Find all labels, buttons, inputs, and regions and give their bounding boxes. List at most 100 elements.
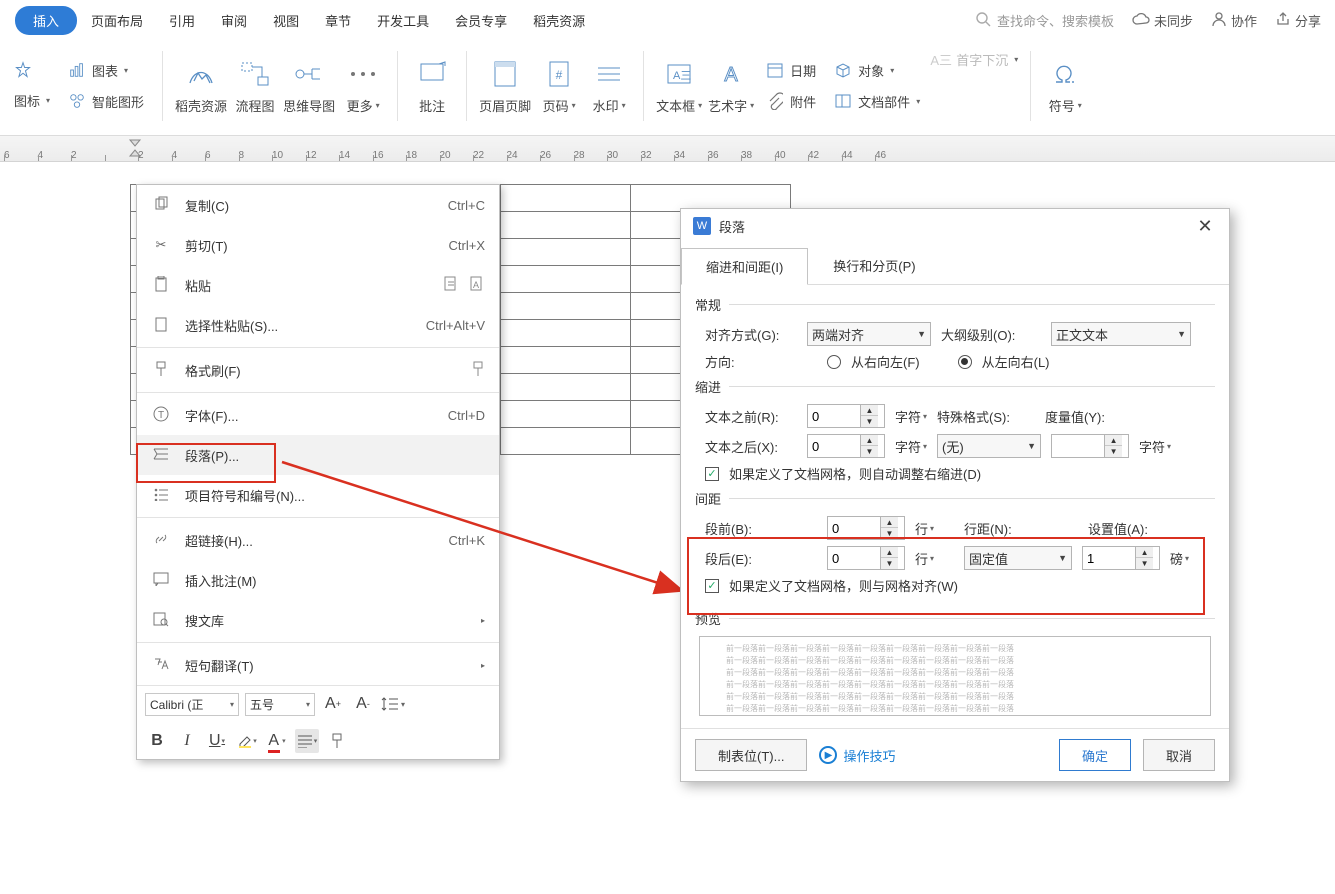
linespacing-button[interactable]: ▾ [381,692,405,716]
after-text-spin[interactable]: ▲▼ [807,434,885,458]
ctx-copy[interactable]: 复制(C)Ctrl+C [137,185,499,225]
tab-insert[interactable]: 插入 [15,6,77,35]
ctx-font[interactable]: T字体(F)...Ctrl+D [137,395,499,435]
cancel-button[interactable]: 取消 [1143,739,1215,771]
mini-font-select[interactable]: Calibri (正▾ [145,693,239,716]
measure-spin[interactable]: ▲▼ [1051,434,1129,458]
cloud-icon [1132,12,1150,29]
object-dropdown[interactable]: 对象▾ [834,61,920,80]
outline-combo[interactable]: 正文文本▼ [1051,322,1191,346]
pageno-dropdown[interactable]: #页码▾ [537,56,581,115]
ctx-bullets[interactable]: 项目符号和编号(N)... [137,475,499,515]
tab-docer[interactable]: 稻壳资源 [521,6,597,35]
ctx-paste-special[interactable]: 选择性粘贴(S)...Ctrl+Alt+V [137,305,499,345]
tab-view[interactable]: 视图 [261,6,311,35]
tab-indent-spacing[interactable]: 缩进和间距(I) [681,248,808,285]
watermark-icon [587,56,631,92]
grow-font-button[interactable]: A+ [321,692,345,716]
special-combo[interactable]: (无)▼ [937,434,1041,458]
ruler[interactable]: 6422468101214161820222426283032343638404… [0,136,1335,162]
ctx-format-painter[interactable]: 格式刷(F) [137,350,499,390]
tab-line-page-break[interactable]: 换行和分页(P) [808,247,940,284]
align-button[interactable]: ▾ [295,729,319,753]
tips-link[interactable]: ▶操作技巧 [819,746,895,765]
grid-align-check[interactable]: ✓ [705,579,719,593]
after-para-spin[interactable]: ▲▼ [827,546,905,570]
search-icon [975,11,991,30]
mindmap-button[interactable]: 思维导图 [283,56,335,115]
collab-button[interactable]: 协作 [1211,11,1257,30]
underline-button[interactable]: U▾ [205,729,229,753]
wordart-dropdown[interactable]: A艺术字▾ [708,56,754,115]
more-dropdown[interactable]: 更多▾ [341,56,385,115]
ctx-cut[interactable]: ✂剪切(T)Ctrl+X [137,225,499,265]
ltr-radio[interactable] [958,355,972,369]
sync-label: 未同步 [1154,11,1193,30]
ctx-search-lib[interactable]: 搜文库▸ [137,600,499,640]
fmt-painter-mini[interactable] [325,729,349,753]
tabstops-button[interactable]: 制表位(T)... [695,739,807,771]
tab-ref[interactable]: 引用 [157,6,207,35]
paste-opt2-icon[interactable]: A [469,275,485,296]
symbol-dropdown[interactable]: 符号▾ [1043,56,1087,115]
align-combo[interactable]: 两端对齐▼ [807,322,931,346]
tab-vip[interactable]: 会员专享 [443,6,519,35]
bold-button[interactable]: B [145,729,169,753]
comment-button[interactable]: 批注 [410,56,454,115]
header-footer-button[interactable]: 页眉页脚 [479,56,531,115]
scissors-icon: ✂ [151,237,171,253]
tab-review[interactable]: 审阅 [209,6,259,35]
shrink-font-button[interactable]: A- [351,692,375,716]
dropcap-button[interactable]: A三首字下沉▾ [932,36,1018,69]
icons-label[interactable]: 图标▾ [14,91,50,110]
ctx-paste[interactable]: 粘贴A [137,265,499,305]
attach-button[interactable]: 附件 [766,92,816,111]
para-icon [151,447,171,464]
date-button[interactable]: 日期 [766,61,816,80]
brush-pin-icon[interactable] [471,361,485,380]
tab-chapter[interactable]: 章节 [313,6,363,35]
paste-opt1-icon[interactable] [443,275,459,296]
searchlib-icon [151,611,171,630]
parts-dropdown[interactable]: 文档部件▾ [834,92,920,111]
before-text-spin[interactable]: ▲▼ [807,404,885,428]
sync-status[interactable]: 未同步 [1132,11,1193,30]
unit-char3[interactable]: 字符▾ [1139,437,1171,456]
search-command[interactable]: 查找命令、搜索模板 [975,11,1114,30]
docer-res-button[interactable]: 稻壳资源 [175,56,227,115]
textbox-dropdown[interactable]: A三文本框▾ [656,56,702,115]
unit-char1[interactable]: 字符▾ [895,407,927,426]
before-para-spin[interactable]: ▲▼ [827,516,905,540]
header-icon [483,56,527,92]
tab-layout[interactable]: 页面布局 [79,6,155,35]
unit-line2[interactable]: 行▾ [915,549,934,568]
flowchart-button[interactable]: 流程图 [233,56,277,115]
italic-button[interactable]: I [175,729,199,753]
tabs-bar: 插入 页面布局 引用 审阅 视图 章节 开发工具 会员专享 稻壳资源 查找命令、… [0,0,1335,36]
mini-size-select[interactable]: 五号▾ [245,693,315,716]
font-color-button[interactable]: A▾ [265,729,289,753]
tab-dev[interactable]: 开发工具 [365,6,441,35]
share-button[interactable]: 分享 [1275,11,1321,30]
close-button[interactable]: ✕ [1193,216,1217,237]
chart-dropdown[interactable]: 图表▾ [68,61,144,80]
ctx-hyperlink[interactable]: 超链接(H)...Ctrl+K [137,520,499,560]
rtl-radio[interactable] [827,355,841,369]
unit-char2[interactable]: 字符▾ [895,437,927,456]
unit-line1[interactable]: 行▾ [915,519,934,538]
comment-icon [410,56,454,92]
highlight-button[interactable]: ▾ [235,729,259,753]
grid-indent-label: 如果定义了文档网格，则自动调整右缩进(D) [729,464,981,483]
unit-pt[interactable]: 磅▾ [1170,549,1189,568]
ok-button[interactable]: 确定 [1059,739,1131,771]
watermark-dropdown[interactable]: 水印▾ [587,56,631,115]
line-spacing-combo[interactable]: 固定值▼ [964,546,1072,570]
grid-indent-check[interactable]: ✓ [705,467,719,481]
icons-dropdown[interactable] [14,61,50,79]
set-at-spin[interactable]: ▲▼ [1082,546,1160,570]
ctx-insert-comment[interactable]: 插入批注(M) [137,560,499,600]
smartart-button[interactable]: 智能图形 [68,92,144,111]
ctx-paragraph[interactable]: 段落(P)... [137,435,499,475]
svg-text:T: T [158,410,164,421]
ctx-translate[interactable]: 短句翻译(T)▸ [137,645,499,685]
